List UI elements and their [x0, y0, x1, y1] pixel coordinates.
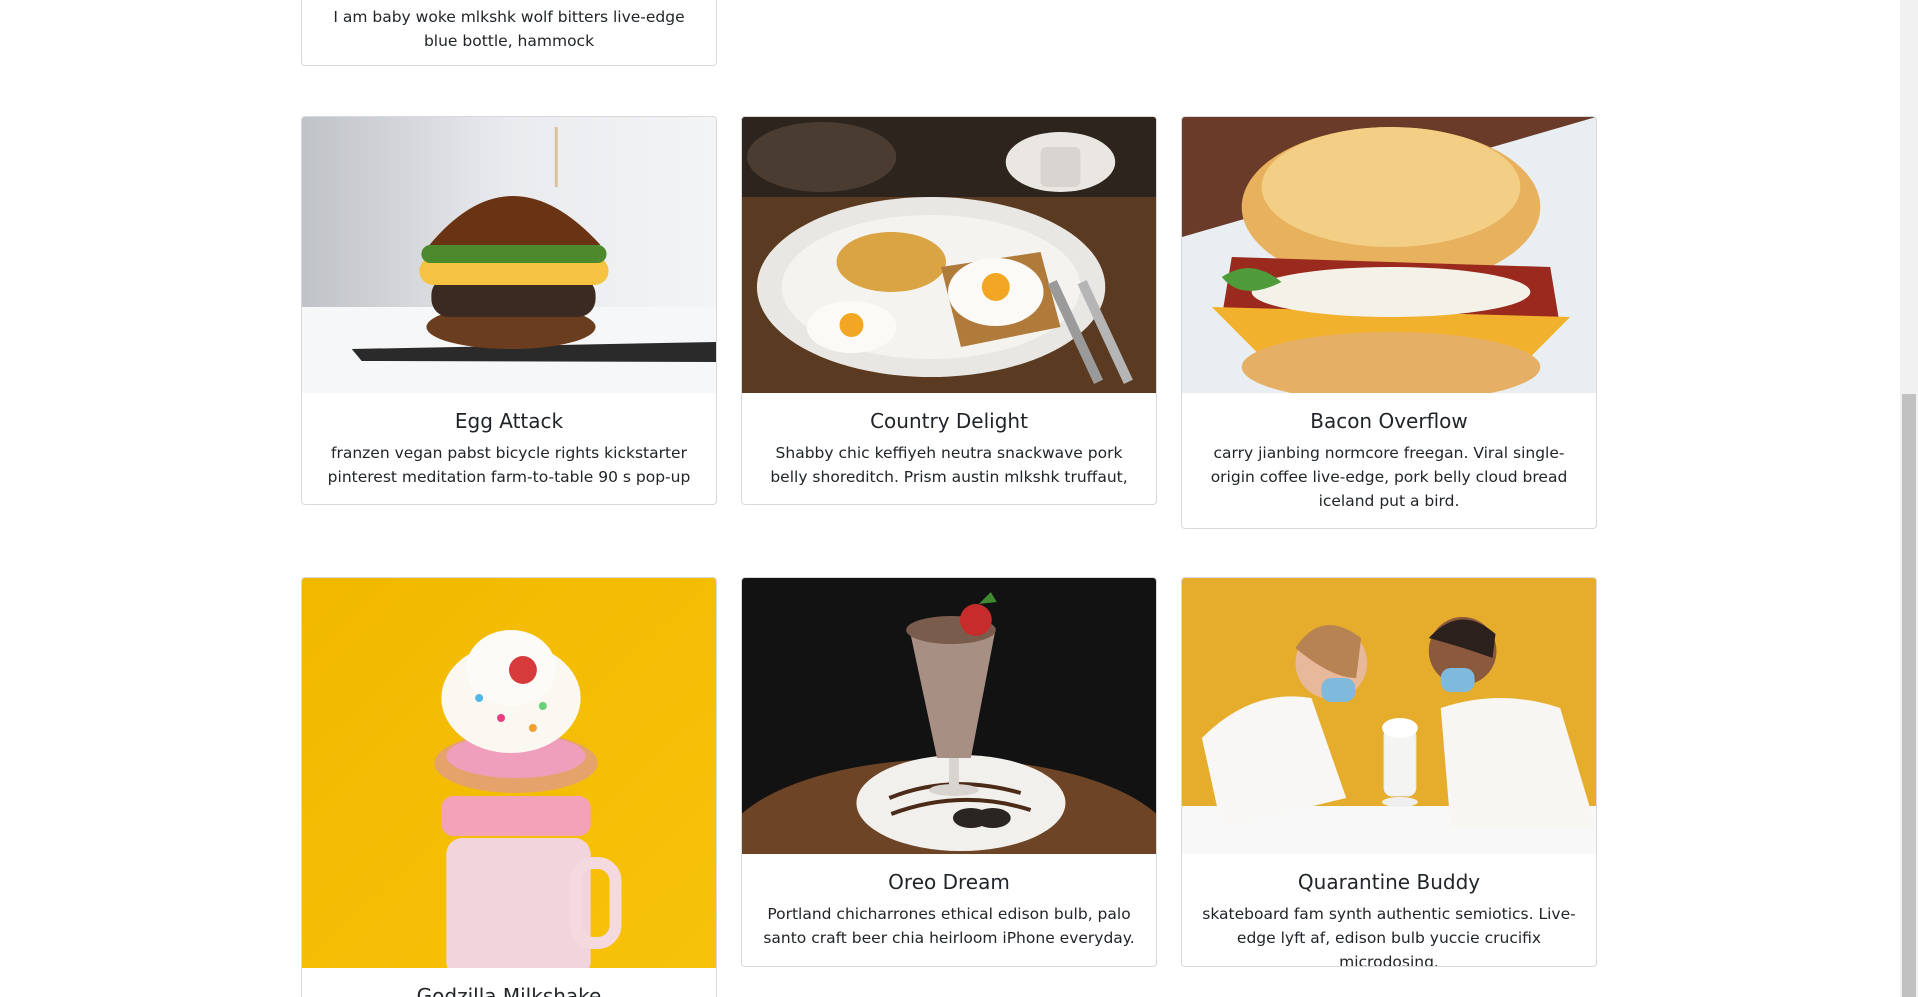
card-text: Portland chicharrones ethical edison bul…	[763, 905, 1135, 947]
card-text: Shabby chic keffiyeh neutra snackwave po…	[770, 444, 1128, 486]
bacon-sandwich-image	[1182, 117, 1596, 393]
menu-card-egg-attack[interactable]: Egg Attack franzen vegan pabst bicycle r…	[301, 116, 717, 505]
page-scrollbar[interactable]	[1900, 0, 1918, 997]
scrollbar-thumb[interactable]	[1902, 394, 1916, 997]
card-title: Quarantine Buddy	[1297, 870, 1481, 894]
card-text: I am baby woke mlkshk wolf bitters live-…	[333, 8, 685, 50]
freakshake-image	[302, 578, 716, 968]
couple-milkshake-image	[1182, 578, 1596, 854]
menu-page: I am baby woke mlkshk wolf bitters live-…	[0, 0, 1918, 997]
card-title: Godzilla Milkshake	[416, 984, 602, 997]
card-title: Bacon Overflow	[1310, 409, 1468, 433]
burger-image	[302, 117, 716, 393]
oreo-milkshake-image	[742, 578, 1156, 854]
menu-card-godzilla-milkshake[interactable]: Godzilla Milkshake	[301, 577, 717, 997]
card-text: franzen vegan pabst bicycle rights kicks…	[327, 444, 691, 486]
card-text: carry jianbing normcore freegan. Viral s…	[1210, 444, 1568, 510]
menu-card-country-delight[interactable]: Country Delight Shabby chic keffiyeh neu…	[741, 116, 1157, 505]
breakfast-plate-image	[742, 117, 1156, 393]
menu-card-oreo-dream[interactable]: Oreo Dream Portland chicharrones ethical…	[741, 577, 1157, 967]
menu-card-top: I am baby woke mlkshk wolf bitters live-…	[301, 0, 717, 66]
menu-card-quarantine-buddy[interactable]: Quarantine Buddy skateboard fam synth au…	[1181, 577, 1597, 967]
card-title: Oreo Dream	[888, 870, 1010, 894]
card-title: Egg Attack	[454, 409, 564, 433]
card-title: Country Delight	[870, 409, 1028, 433]
menu-card-bacon-overflow[interactable]: Bacon Overflow carry jianbing normcore f…	[1181, 116, 1597, 529]
card-text: skateboard fam synth authentic semiotics…	[1202, 905, 1576, 967]
